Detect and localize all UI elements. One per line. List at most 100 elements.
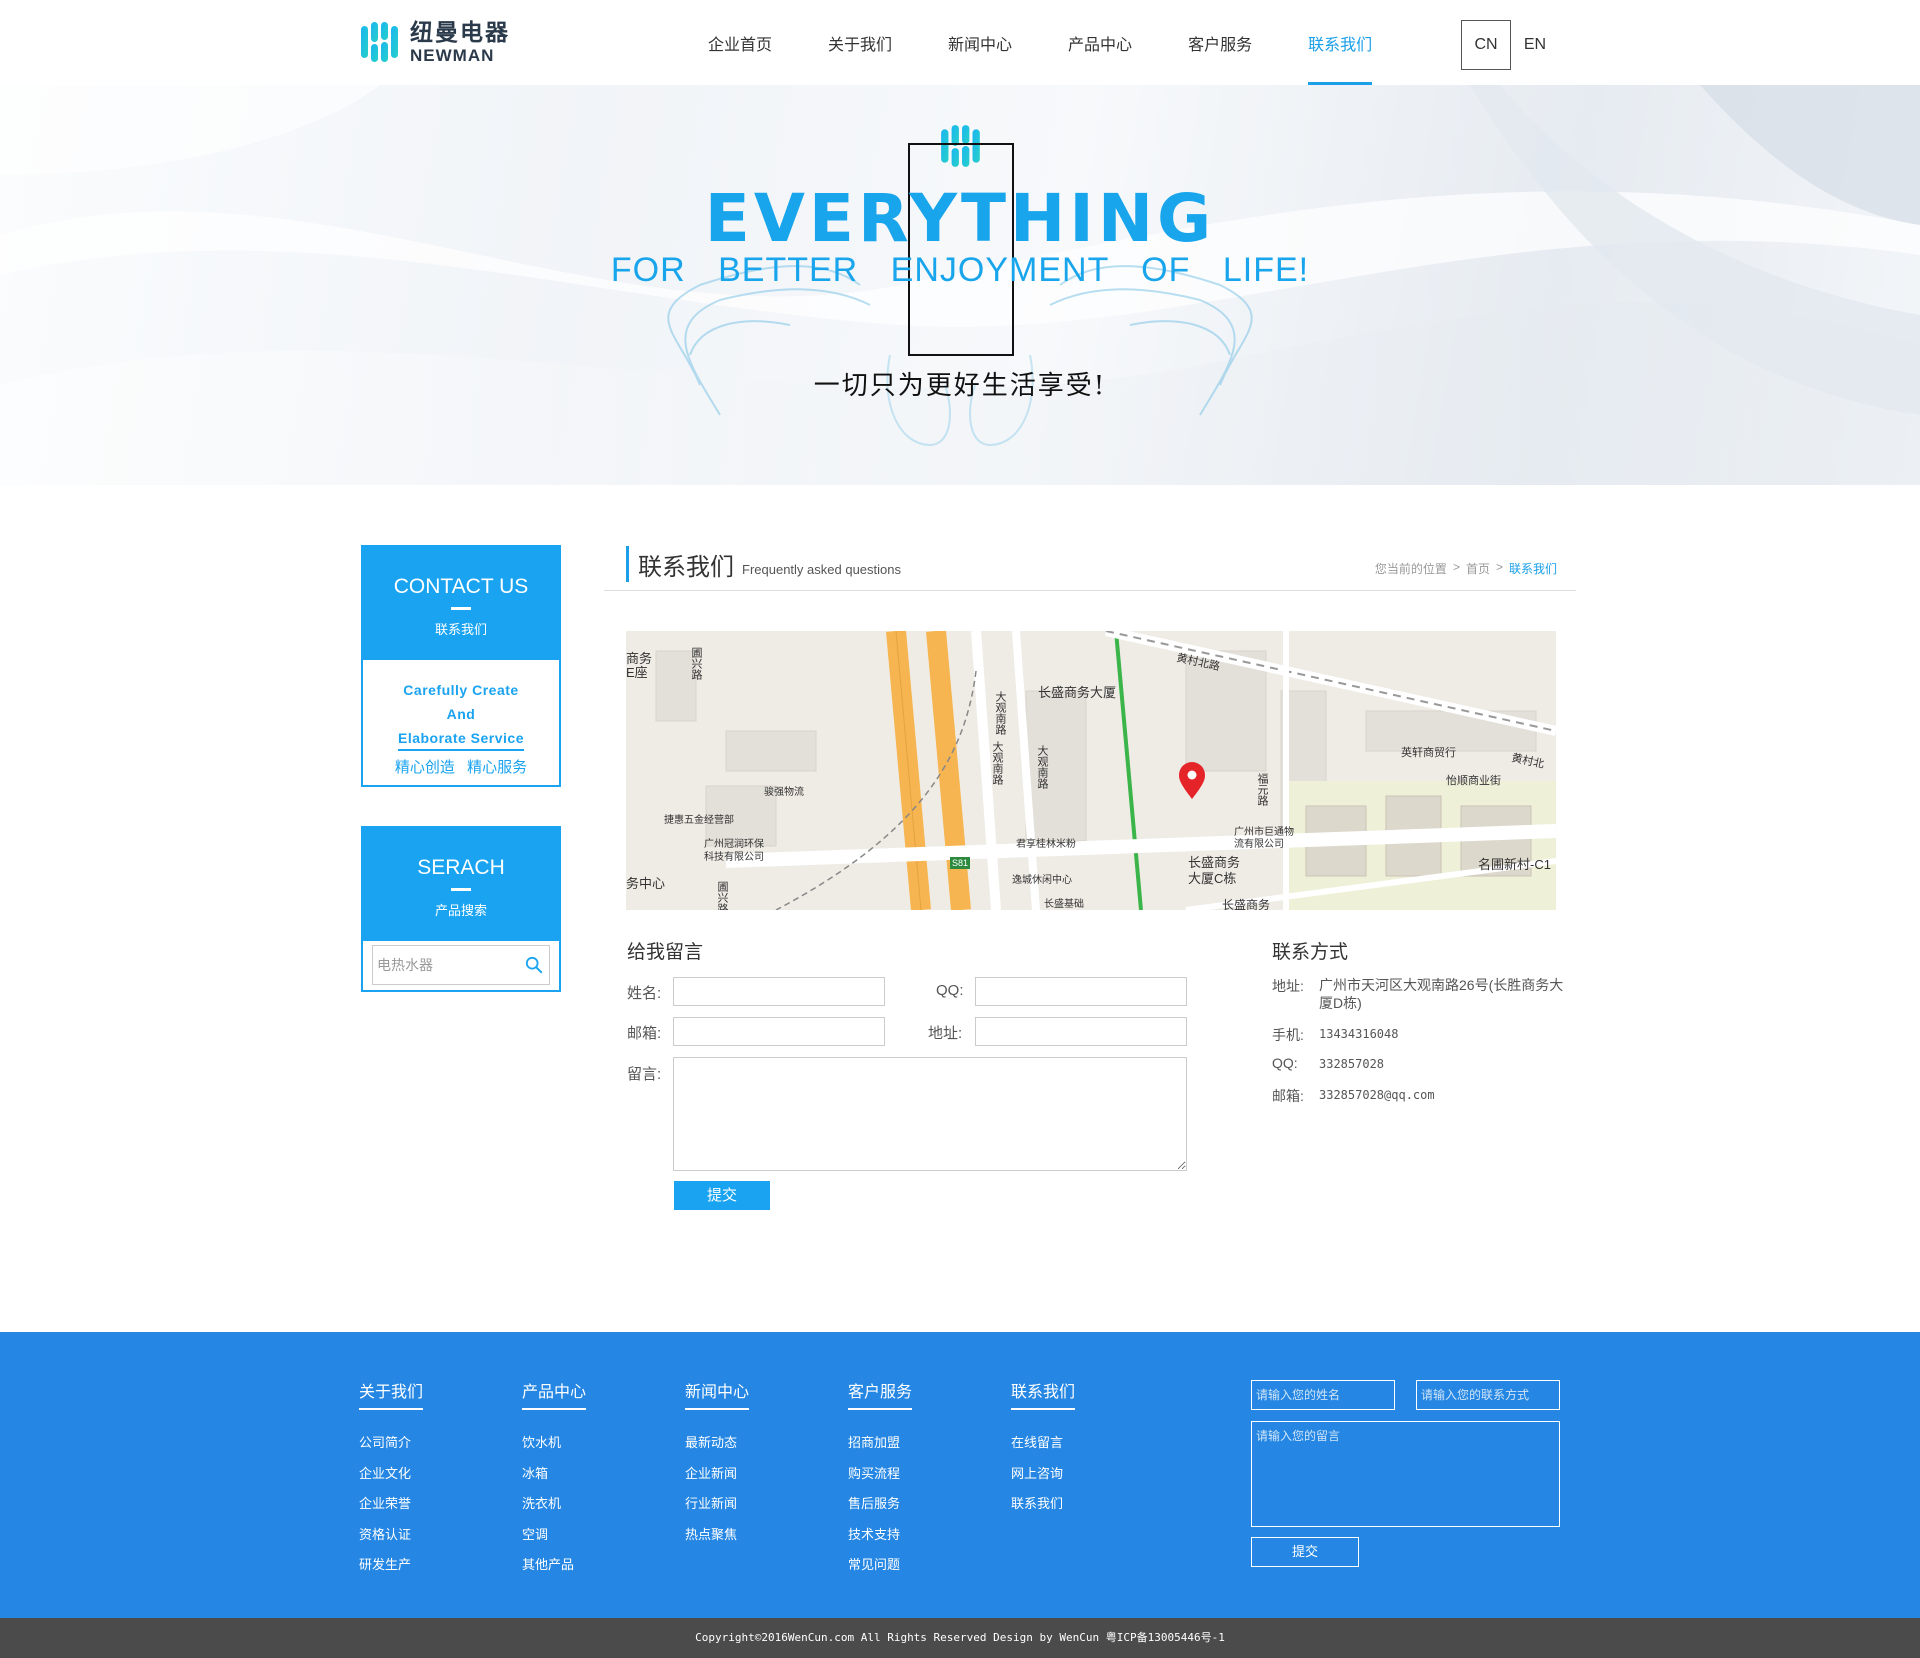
map-label: 君享桂林米粉	[1016, 837, 1076, 850]
nav-contact[interactable]: 联系我们	[1280, 0, 1400, 85]
footer-link[interactable]: 公司简介	[359, 1428, 423, 1459]
address-label: 地址:	[928, 1025, 963, 1042]
footer-col-title[interactable]: 新闻中心	[685, 1378, 750, 1410]
map-label: 大观南路	[994, 690, 1007, 736]
map-canvas: 长盛商务大厦 黄村北路 英轩商贸行 怡顺商业街 黄村北 骏强物流 捷惠五金经营部…	[626, 631, 1556, 910]
footer-link[interactable]: 企业文化	[359, 1459, 423, 1490]
map-label: 大观南路	[991, 740, 1004, 786]
footer-link[interactable]: 售后服务	[848, 1489, 912, 1520]
nav-home[interactable]: 企业首页	[680, 0, 800, 85]
footer-link[interactable]: 空调	[522, 1520, 586, 1551]
sidebar-contact-subtitle: 联系我们	[434, 622, 487, 637]
footer-link[interactable]: 企业荣誉	[359, 1489, 423, 1520]
map-label: 逸城休闲中心	[1012, 873, 1072, 886]
email-field	[673, 1017, 885, 1046]
footer-link[interactable]: 购买流程	[848, 1459, 912, 1490]
footer-col-title[interactable]: 客户服务	[848, 1378, 913, 1410]
map-label: 圃兴路	[716, 881, 729, 910]
footer-link[interactable]: 常见问题	[848, 1550, 912, 1581]
footer-link[interactable]: 热点聚焦	[685, 1520, 749, 1551]
footer-col-contact: 联系我们 在线留言 网上咨询 联系我们	[1011, 1378, 1076, 1520]
breadcrumb-current[interactable]: 联系我们	[1509, 560, 1557, 577]
contact-info-title: 联系方式	[1272, 942, 1349, 963]
footer-link[interactable]: 最新动态	[685, 1428, 749, 1459]
message-form-title: 给我留言	[627, 942, 704, 963]
footer-link[interactable]: 联系我们	[1011, 1489, 1075, 1520]
footer-col-title[interactable]: 联系我们	[1011, 1378, 1076, 1410]
sidebar-contact-header: CONTACT US 联系我们	[363, 547, 559, 660]
contact-qq-row: QQ: 332857028	[1272, 1055, 1384, 1073]
search-icon[interactable]	[525, 956, 543, 974]
banner-slogan: 一切只为更好生活享受!	[813, 371, 1107, 401]
footer-link[interactable]: 企业新闻	[685, 1459, 749, 1490]
map-label: 圃兴路	[690, 647, 703, 681]
slogan-cn: 精心创造 精心服务	[394, 759, 528, 776]
submit-button[interactable]: 提交	[674, 1181, 770, 1210]
email-label: 邮箱:	[627, 1025, 662, 1042]
contact-address-value: 广州市天河区大观南路26号(长胜商务大厦D栋)	[1319, 977, 1564, 1011]
footer-link[interactable]: 在线留言	[1011, 1428, 1075, 1459]
banner-headline: EVERYTHING	[704, 180, 1216, 257]
footer-link[interactable]: 饮水机	[522, 1428, 586, 1459]
lang-cn-button[interactable]: CN	[1461, 20, 1511, 70]
slogan-line-2: And	[446, 706, 476, 722]
location-map[interactable]: 长盛商务大厦 黄村北路 英轩商贸行 怡顺商业街 黄村北 骏强物流 捷惠五金经营部…	[626, 631, 1556, 910]
footer-link[interactable]: 冰箱	[522, 1459, 586, 1490]
footer-name-input[interactable]	[1252, 1381, 1394, 1409]
logo[interactable]: 纽曼电器 NEWMAN	[358, 20, 510, 64]
map-label: 怡顺商业街	[1446, 773, 1501, 787]
qq-input[interactable]	[976, 978, 1186, 1005]
hero-banner: EVERYTHING FOR BETTER ENJOYMENT OF LIFE!…	[0, 85, 1920, 485]
map-label: 骏强物流	[764, 785, 804, 798]
divider	[451, 607, 471, 610]
product-search-field	[372, 945, 550, 985]
contact-email-label: 邮箱:	[1272, 1088, 1304, 1104]
email-input[interactable]	[674, 1018, 884, 1045]
chevron-right-icon: >	[1495, 560, 1503, 574]
address-field	[975, 1017, 1187, 1046]
site-footer: 关于我们 公司简介 企业文化 企业荣誉 资格认证 研发生产 产品中心 饮水机 冰…	[0, 1332, 1920, 1618]
map-label: 商务	[626, 651, 652, 666]
map-label: 广州市巨通物	[1234, 825, 1294, 838]
footer-col-title[interactable]: 关于我们	[359, 1378, 424, 1410]
logo-cn-text: 纽曼电器	[410, 18, 510, 45]
nav-products[interactable]: 产品中心	[1040, 0, 1160, 85]
nav-about[interactable]: 关于我们	[800, 0, 920, 85]
map-label: 长盛商务	[1222, 897, 1270, 910]
footer-link[interactable]: 网上咨询	[1011, 1459, 1075, 1490]
nav-news[interactable]: 新闻中心	[920, 0, 1040, 85]
contact-address-label: 地址:	[1272, 978, 1304, 994]
footer-link[interactable]: 研发生产	[359, 1550, 423, 1581]
footer-link[interactable]: 招商加盟	[848, 1428, 912, 1459]
footer-link[interactable]: 资格认证	[359, 1520, 423, 1551]
sidebar-search-box: SERACH 产品搜索	[361, 826, 561, 992]
nav-service[interactable]: 客户服务	[1160, 0, 1280, 85]
contact-qq-label: QQ:	[1272, 1055, 1298, 1071]
product-search-input[interactable]	[373, 946, 513, 984]
address-input[interactable]	[976, 1018, 1186, 1045]
footer-message-textarea[interactable]	[1252, 1422, 1559, 1526]
sidebar-search-subtitle: 产品搜索	[434, 903, 487, 918]
page-title-cn: 联系我们	[638, 553, 734, 581]
map-label: 长盛基础	[1044, 897, 1084, 910]
footer-contact-input[interactable]	[1417, 1381, 1559, 1409]
footer-submit-button[interactable]: 提交	[1251, 1537, 1359, 1567]
name-input[interactable]	[674, 978, 884, 1005]
footer-link[interactable]: 行业新闻	[685, 1489, 749, 1520]
footer-col-products: 产品中心 饮水机 冰箱 洗衣机 空调 其他产品	[522, 1378, 587, 1581]
chevron-right-icon: >	[1452, 560, 1460, 574]
logo-en-text: NEWMAN	[410, 45, 495, 65]
footer-col-title[interactable]: 产品中心	[522, 1378, 587, 1410]
footer-link[interactable]: 洗衣机	[522, 1489, 586, 1520]
contact-email-row: 邮箱: 332857028@qq.com	[1272, 1086, 1435, 1106]
breadcrumb-home[interactable]: 首页	[1466, 560, 1490, 577]
message-textarea[interactable]	[674, 1058, 1186, 1170]
message-label: 留言:	[627, 1066, 662, 1083]
contact-email-value: 332857028@qq.com	[1319, 1088, 1435, 1102]
footer-link[interactable]: 其他产品	[522, 1550, 586, 1581]
footer-link[interactable]: 技术支持	[848, 1520, 912, 1551]
footer-name-field	[1251, 1380, 1395, 1410]
map-label: 务中心	[626, 876, 665, 891]
lang-en-button[interactable]: EN	[1511, 20, 1559, 70]
slogan-line-1: Carefully Create	[403, 682, 519, 698]
